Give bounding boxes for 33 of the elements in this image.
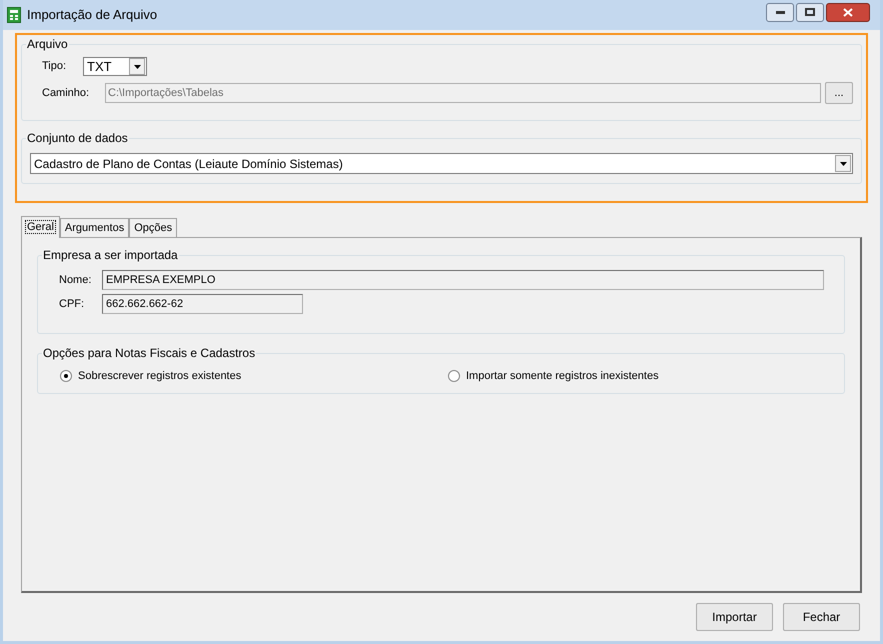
minimize-button[interactable]	[766, 2, 794, 22]
dialog-button[interactable]: Fechar	[783, 603, 860, 631]
dataset-dropdown[interactable]: Cadastro de Plano de Contas (Leiaute Domínio Sistemas)	[30, 153, 853, 174]
field-label: Caminho:	[41, 86, 90, 101]
radio-label: Importar somente registros inexistentes	[466, 369, 659, 384]
maximize-icon	[805, 8, 815, 16]
caret-icon	[840, 162, 846, 166]
maximize-button[interactable]	[796, 2, 824, 22]
field-label: CPF:	[58, 296, 86, 312]
window-title: Importação de Arquivo	[27, 6, 158, 24]
radio-button[interactable]	[448, 370, 460, 382]
field-label: Nome:	[58, 272, 92, 288]
radio-button[interactable]	[60, 370, 72, 382]
group-title: Arquivo	[26, 36, 69, 53]
calculator-icon	[7, 7, 21, 23]
tab[interactable]: Argumentos	[60, 218, 130, 237]
close-icon	[843, 8, 853, 16]
group-title: Opções para Notas Fiscais e Cadastros	[42, 345, 256, 362]
text-field[interactable]: EMPRESA EXEMPLO	[102, 270, 824, 290]
type-dropdown[interactable]: TXT	[83, 57, 147, 76]
field-label: Tipo:	[41, 59, 68, 74]
dropdown-button[interactable]	[129, 58, 145, 75]
dropdown-button[interactable]	[835, 155, 851, 172]
dialog-button[interactable]: Importar	[696, 603, 773, 631]
tab[interactable]: Geral	[21, 216, 60, 238]
radio-label: Sobrescrever registros existentes	[78, 369, 242, 384]
text-field[interactable]: 662.662.662-62	[102, 294, 303, 314]
group-title: Conjunto de dados	[26, 130, 129, 147]
minimize-icon	[776, 10, 784, 14]
close-button[interactable]	[826, 2, 870, 22]
group-title: Empresa a ser importada	[42, 247, 179, 264]
tab[interactable]: Opções	[129, 218, 178, 237]
caret-icon	[134, 64, 140, 68]
